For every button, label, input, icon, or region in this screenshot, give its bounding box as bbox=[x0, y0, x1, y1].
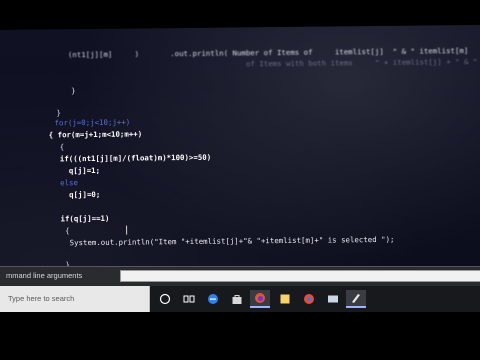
command-arguments-bar: mmand line arguments bbox=[0, 266, 480, 287]
code-text: System.out.println("Item "+itemlist[j]+"… bbox=[51, 234, 395, 248]
code-text: q[j]=0; bbox=[51, 189, 101, 200]
code-text: } bbox=[62, 86, 76, 96]
document-icon[interactable] bbox=[346, 290, 366, 308]
sticky-notes-icon[interactable] bbox=[276, 290, 294, 308]
command-arguments-input[interactable] bbox=[120, 270, 480, 282]
search-placeholder: Type here to search bbox=[8, 294, 75, 303]
code-line: { for(m=j+1;m<10;m++) bbox=[13, 116, 143, 139]
taskbar-search-box[interactable]: Type here to search bbox=[0, 286, 150, 312]
photo-bottom-border bbox=[0, 312, 480, 360]
edge-browser-icon[interactable] bbox=[204, 290, 222, 308]
command-arguments-label: mmand line arguments bbox=[6, 271, 83, 280]
store-bag-icon[interactable] bbox=[228, 290, 246, 308]
text-cursor bbox=[126, 225, 128, 235]
code-line: q[j]=0; bbox=[16, 177, 100, 199]
windows-taskbar: Type here to search bbox=[0, 286, 480, 312]
code-line: if(((nt1[j][m]/(float)m)*100)>=50) bbox=[15, 140, 211, 164]
chrome-icon[interactable] bbox=[300, 290, 318, 308]
code-text: of Items with both items " + itemlist[j]… bbox=[67, 56, 478, 71]
code-line: { bbox=[15, 129, 65, 151]
photo-frame: (nt1[j][m] ) .out.println( Number of Ite… bbox=[0, 0, 480, 360]
task-view-icon[interactable] bbox=[180, 290, 198, 308]
code-editor[interactable]: (nt1[j][m] ) .out.println( Number of Ite… bbox=[6, 33, 480, 269]
code-line: { bbox=[16, 213, 70, 235]
code-line: } bbox=[26, 73, 76, 95]
code-line: System.out.println("Item "+itemlist[j]+"… bbox=[16, 222, 395, 247]
code-line: else bbox=[15, 165, 78, 187]
code-line: if(q[j]==1) bbox=[16, 201, 109, 224]
start-circle-icon[interactable] bbox=[156, 290, 174, 308]
photos-icon[interactable] bbox=[324, 290, 342, 308]
code-line: q[j]=1; bbox=[15, 153, 100, 175]
firefox-icon[interactable] bbox=[250, 290, 270, 308]
